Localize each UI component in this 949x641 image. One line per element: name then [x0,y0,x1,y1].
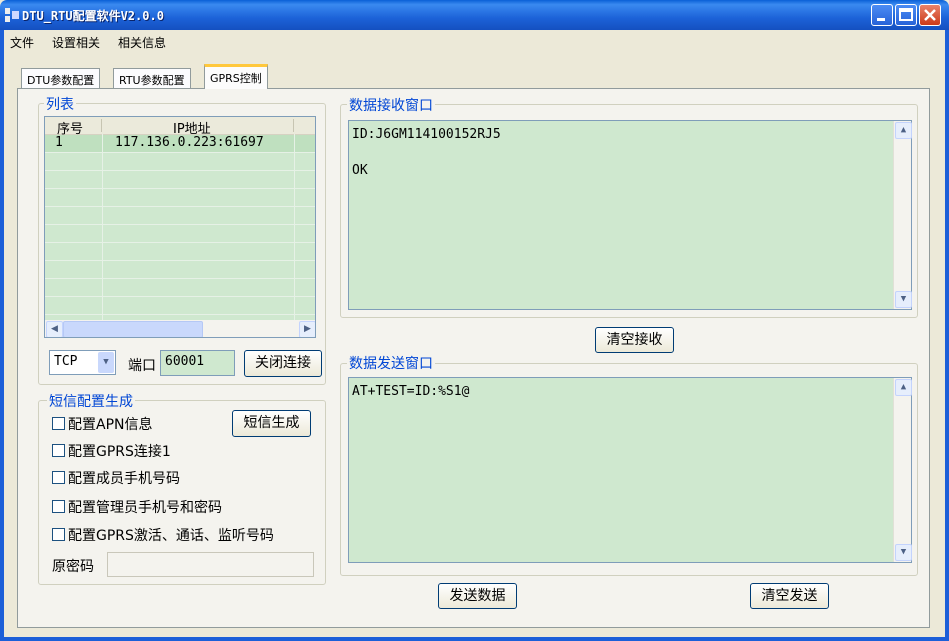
port-input[interactable]: 60001 [160,350,235,376]
checkbox[interactable] [52,444,65,457]
list-row[interactable]: 1 117.136.0.223:61697 [45,135,315,153]
scroll-up-icon[interactable]: ▲ [895,122,912,139]
send-data-button[interactable]: 发送数据 [438,583,517,609]
port-label: 端口 [128,358,156,374]
option-gprs-connection[interactable]: 配置GPRS连接1 [52,441,171,461]
send-text: AT+TEST=ID:%S1@ [352,384,470,399]
row-index: 1 [55,135,63,150]
scroll-right-icon[interactable]: ▶ [299,321,315,337]
tab-dtu-params[interactable]: DTU参数配置 [21,68,101,88]
receive-line: OK [352,163,368,178]
close-button[interactable] [919,4,941,26]
receive-line: ID:J6GM114100152RJ5 [352,127,501,142]
menu-file[interactable]: 文件 [10,34,34,51]
menu-settings[interactable]: 设置相关 [52,34,100,51]
list-group-title: 列表 [44,94,76,114]
old-password-label: 原密码 [52,559,94,575]
menu-bar: 文件 设置相关 相关信息 [4,30,945,52]
maximize-button[interactable] [895,4,917,26]
checkbox[interactable] [52,500,65,513]
window-title: DTU_RTU配置软件V2.0.0 [22,9,164,23]
option-admin-phone-password[interactable]: 配置管理员手机号和密码 [52,497,222,517]
ip-list[interactable]: 序号 IP地址 1 117.136.0.223:61697 ◀ ▶ [44,116,316,338]
scroll-left-icon[interactable]: ◀ [46,321,63,337]
list-row-empty [45,261,315,279]
list-row-empty [45,243,315,261]
list-header: 序号 IP地址 [45,117,315,137]
list-row-empty [45,171,315,189]
send-textarea[interactable]: AT+TEST=ID:%S1@ ▲ ▼ [348,377,912,563]
option-member-phone[interactable]: 配置成员手机号码 [52,468,180,488]
clear-receive-button[interactable]: 清空接收 [595,327,674,353]
horizontal-scrollbar[interactable]: ◀ ▶ [45,320,315,337]
checkbox[interactable] [52,528,65,541]
list-row-empty [45,189,315,207]
option-apn[interactable]: 配置APN信息 [52,414,153,434]
app-icon [5,8,19,22]
list-row-empty [45,153,315,171]
list-row-empty [45,279,315,297]
send-vertical-scrollbar[interactable]: ▲ ▼ [893,378,912,562]
sms-generate-button[interactable]: 短信生成 [232,410,311,437]
receive-textarea[interactable]: ID:J6GM114100152RJ5 OK ▲ ▼ [348,120,912,310]
protocol-select[interactable]: TCP ▼ [49,350,116,375]
receive-vertical-scrollbar[interactable]: ▲ ▼ [893,121,912,309]
minimize-button[interactable] [871,4,893,26]
scroll-down-icon[interactable]: ▼ [895,291,912,308]
list-row-empty [45,297,315,315]
scroll-down-icon[interactable]: ▼ [895,544,912,561]
list-row-empty [45,207,315,225]
sms-group-title: 短信配置生成 [47,391,135,411]
row-ip: 117.136.0.223:61697 [115,135,264,150]
checkbox[interactable] [52,471,65,484]
receive-group-title: 数据接收窗口 [347,95,435,115]
old-password-input[interactable] [107,552,314,577]
tab-gprs-control[interactable]: GPRS控制 [204,64,268,89]
option-gprs-activate-call-monitor[interactable]: 配置GPRS激活、通话、监听号码 [52,525,274,545]
checkbox[interactable] [52,417,65,430]
chevron-down-icon[interactable]: ▼ [98,352,114,373]
list-row-empty [45,225,315,243]
scroll-thumb[interactable] [63,321,203,337]
window-frame-right [945,30,949,641]
scroll-up-icon[interactable]: ▲ [895,379,912,396]
window-frame-left [0,30,4,641]
send-group-title: 数据发送窗口 [347,353,435,373]
protocol-value: TCP [54,354,78,369]
menu-info[interactable]: 相关信息 [118,34,166,51]
clear-send-button[interactable]: 清空发送 [750,583,829,609]
tab-rtu-params[interactable]: RTU参数配置 [113,68,191,88]
close-connection-button[interactable]: 关闭连接 [244,350,322,377]
window-frame-bottom [0,637,949,641]
